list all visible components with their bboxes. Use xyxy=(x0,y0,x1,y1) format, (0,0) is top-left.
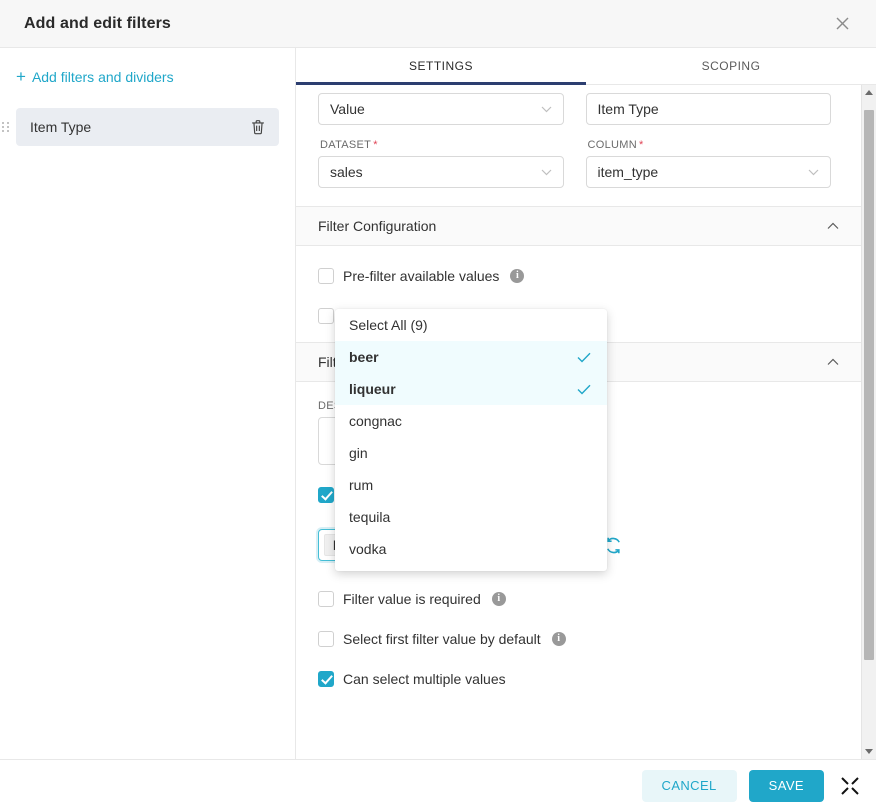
dropdown-option-congnac[interactable]: congnac xyxy=(335,405,607,437)
sidebar-item-item-type[interactable]: Item Type xyxy=(2,108,279,146)
dropdown-option-label: beer xyxy=(349,349,379,365)
add-edit-filters-modal: Add and edit filters + Add filters and d… xyxy=(0,0,876,811)
column-value: item_type xyxy=(597,164,659,180)
caret-up-icon[interactable] xyxy=(862,85,876,100)
dropdown-option-tequila[interactable]: tequila xyxy=(335,501,607,533)
checkbox-label: Select first filter value by default xyxy=(343,631,541,647)
filter-type-value: Value xyxy=(330,101,365,117)
collapse-arrows-icon[interactable] xyxy=(840,776,860,796)
tab-bar: SETTINGS SCOPING xyxy=(296,48,876,85)
checkbox-box[interactable] xyxy=(318,487,334,503)
dropdown-option-liqueur[interactable]: liqueur xyxy=(335,373,607,405)
dropdown-option-label: liqueur xyxy=(349,381,396,397)
checkbox-label: Can select multiple values xyxy=(343,671,506,687)
tab-scoping[interactable]: SCOPING xyxy=(586,48,876,84)
checkbox-select-first-filter-value-by-default[interactable]: Select first filter value by default i xyxy=(318,625,839,653)
drag-handle-icon[interactable] xyxy=(2,120,10,134)
chevron-up-icon[interactable] xyxy=(827,222,839,230)
info-icon[interactable]: i xyxy=(551,632,566,646)
section-header-filter-configuration[interactable]: Filter Configuration xyxy=(296,206,861,246)
dropdown-option-label: vodka xyxy=(349,541,387,557)
chevron-down-icon xyxy=(541,106,552,113)
check-icon xyxy=(577,352,591,363)
dropdown-option-beer[interactable]: beer xyxy=(335,341,607,373)
caret-down-icon[interactable] xyxy=(862,744,876,759)
filter-name-field[interactable]: Item Type xyxy=(585,93,831,125)
checkbox-filter-value-is-required[interactable]: Filter value is required i xyxy=(318,585,839,613)
dropdown-option-label: congnac xyxy=(349,413,402,429)
checkbox-box[interactable] xyxy=(318,631,334,647)
plus-icon: + xyxy=(16,67,26,86)
filter-type-select[interactable]: Value xyxy=(318,93,564,125)
scrollbar-thumb[interactable] xyxy=(864,110,874,660)
page-title: Add and edit filters xyxy=(24,14,171,32)
section-title: Filter Configuration xyxy=(318,218,437,234)
dropdown-select-all[interactable]: Select All (9) xyxy=(335,309,607,341)
chevron-down-icon xyxy=(808,169,819,176)
filters-sidebar: + Add filters and dividers Item Type xyxy=(0,48,296,759)
tab-settings[interactable]: SETTINGS xyxy=(296,48,586,84)
chevron-down-icon xyxy=(541,169,552,176)
check-icon xyxy=(577,384,591,395)
tab-scoping-label: SCOPING xyxy=(701,59,761,73)
checkbox-can-select-multiple-values[interactable]: Can select multiple values xyxy=(318,665,839,693)
dataset-select[interactable]: sales xyxy=(318,156,564,188)
info-icon[interactable]: i xyxy=(510,269,525,283)
checkbox-label: Filter value is required xyxy=(343,591,481,607)
dataset-value: sales xyxy=(330,164,363,180)
list-item-label: Item Type xyxy=(30,119,92,135)
column-select[interactable]: item_type xyxy=(585,156,831,188)
add-filters-and-dividers-button[interactable]: + Add filters and dividers xyxy=(0,64,295,90)
dropdown-option-gin[interactable]: gin xyxy=(335,437,607,469)
column-label: COLUMN * xyxy=(587,139,644,151)
modal-footer: CANCEL SAVE xyxy=(0,759,876,811)
add-filters-label: Add filters and dividers xyxy=(31,69,174,85)
dropdown-option-vodka[interactable]: vodka xyxy=(335,533,607,565)
save-button[interactable]: SAVE xyxy=(748,769,824,802)
required-asterisk: * xyxy=(638,139,644,151)
checkbox-box[interactable] xyxy=(318,671,334,687)
dropdown-option-label: gin xyxy=(349,445,368,461)
close-icon[interactable] xyxy=(828,10,856,38)
checkbox-label: Pre-filter available values xyxy=(343,268,500,284)
trash-icon[interactable] xyxy=(249,118,267,136)
dropdown-option-label: rum xyxy=(349,477,374,493)
checkbox-pre-filter-available-values[interactable]: Pre-filter available values i xyxy=(318,262,839,290)
chevron-up-icon[interactable] xyxy=(827,358,839,366)
dropdown-select-all-label: Select All (9) xyxy=(349,317,428,333)
checkbox-box[interactable] xyxy=(318,308,334,324)
values-dropdown[interactable]: Select All (9) beer liqueur congnac gin … xyxy=(335,309,607,571)
checkbox-box[interactable] xyxy=(318,268,334,284)
filter-name-value: Item Type xyxy=(597,101,659,117)
checkbox-box[interactable] xyxy=(318,591,334,607)
cancel-button[interactable]: CANCEL xyxy=(641,769,737,802)
dataset-label: DATASET * xyxy=(320,139,378,151)
tab-settings-label: SETTINGS xyxy=(408,59,473,73)
required-asterisk: * xyxy=(373,139,378,151)
filter-basic-form: Value Item Type DATASET * sales COLUMN *… xyxy=(296,85,861,188)
info-icon[interactable]: i xyxy=(491,592,506,606)
vertical-scrollbar[interactable] xyxy=(861,85,876,759)
modal-header: Add and edit filters xyxy=(0,0,876,48)
dropdown-option-label: tequila xyxy=(349,509,391,525)
dropdown-option-rum[interactable]: rum xyxy=(335,469,607,501)
